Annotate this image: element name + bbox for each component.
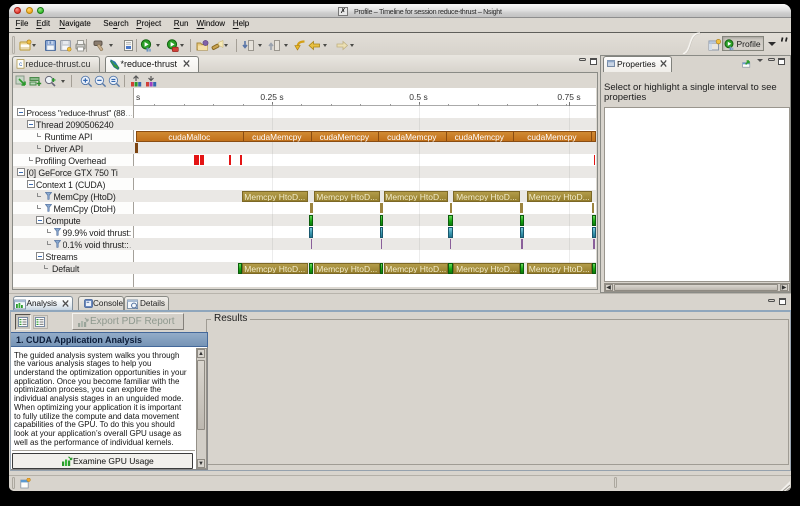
svg-text:c: c [19,62,22,68]
